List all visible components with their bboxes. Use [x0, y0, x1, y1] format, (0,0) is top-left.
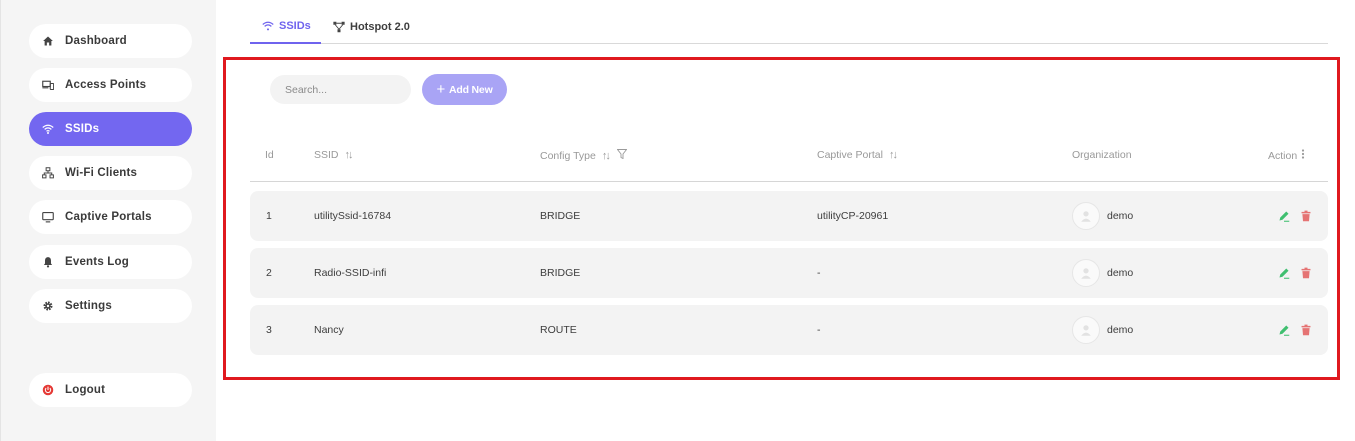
- power-icon: [41, 383, 55, 397]
- tab-label: Hotspot 2.0: [350, 21, 410, 33]
- search-input[interactable]: [270, 75, 411, 104]
- organization-name: demo: [1107, 267, 1134, 279]
- plus-icon: +: [436, 81, 446, 98]
- cell-organization: demo: [1072, 191, 1133, 241]
- add-new-button[interactable]: + Add New: [422, 74, 507, 105]
- cell-actions: [1277, 305, 1313, 355]
- table-row[interactable]: 2 Radio-SSID-infi BRIDGE - demo: [250, 248, 1328, 298]
- gear-icon: [41, 299, 55, 313]
- devices-icon: [41, 78, 55, 92]
- edit-icon[interactable]: [1277, 323, 1291, 337]
- cell-config-type: BRIDGE: [540, 267, 581, 279]
- sort-icon[interactable]: ↑↓: [602, 150, 611, 162]
- app-root: Dashboard Access Points SSIDs Wi-Fi Clie…: [0, 0, 1355, 441]
- cell-ssid: Nancy: [314, 324, 344, 336]
- cell-captive-portal: utilityCP-20961: [817, 210, 889, 222]
- add-new-label: Add New: [449, 83, 493, 96]
- organization-name: demo: [1107, 210, 1134, 222]
- network-icon: [41, 166, 55, 180]
- delete-icon[interactable]: [1299, 209, 1313, 223]
- table-header: Id SSID ↑↓ Config Type ↑↓ Captive Portal ↑↓…: [250, 140, 1328, 182]
- cell-actions: [1277, 248, 1313, 298]
- avatar: [1072, 259, 1100, 287]
- logout-button[interactable]: Logout: [29, 373, 192, 407]
- cell-organization: demo: [1072, 248, 1133, 298]
- edit-icon[interactable]: [1277, 266, 1291, 280]
- hotspot-icon: [333, 21, 345, 33]
- column-header-action: Action: [1268, 149, 1305, 162]
- edit-icon[interactable]: [1277, 209, 1291, 223]
- column-header-organization: Organization: [1072, 149, 1132, 161]
- sidebar-item-label: Dashboard: [65, 35, 127, 47]
- cell-actions: [1277, 191, 1313, 241]
- sidebar-item-label: SSIDs: [65, 123, 100, 135]
- sidebar-item-wifi-clients[interactable]: Wi-Fi Clients: [29, 156, 192, 190]
- cell-organization: demo: [1072, 305, 1133, 355]
- sidebar-item-label: Events Log: [65, 256, 129, 268]
- wifi-icon: [41, 122, 55, 136]
- cell-captive-portal: -: [817, 324, 821, 336]
- delete-icon[interactable]: [1299, 266, 1313, 280]
- home-icon: [41, 34, 55, 48]
- cell-id: 2: [266, 267, 272, 279]
- sidebar-item-events-log[interactable]: Events Log: [29, 245, 192, 279]
- sidebar-item-dashboard[interactable]: Dashboard: [29, 24, 192, 58]
- column-header-config-type[interactable]: Config Type ↑↓: [540, 149, 628, 162]
- cell-captive-portal: -: [817, 267, 821, 279]
- sidebar-item-captive-portals[interactable]: Captive Portals: [29, 200, 192, 234]
- column-header-id: Id: [265, 149, 274, 161]
- column-header-ssid[interactable]: SSID ↑↓: [314, 149, 354, 161]
- table-row[interactable]: 1 utilitySsid-16784 BRIDGE utilityCP-209…: [250, 191, 1328, 241]
- sort-icon[interactable]: ↑↓: [345, 149, 354, 161]
- bell-icon: [41, 255, 55, 269]
- filter-icon[interactable]: [616, 149, 628, 162]
- organization-name: demo: [1107, 324, 1134, 336]
- tab-hotspot[interactable]: Hotspot 2.0: [333, 10, 410, 44]
- sidebar-item-ssids[interactable]: SSIDs: [29, 112, 192, 146]
- table-row[interactable]: 3 Nancy ROUTE - demo: [250, 305, 1328, 355]
- delete-icon[interactable]: [1299, 323, 1313, 337]
- sidebar-item-label: Wi-Fi Clients: [65, 167, 138, 179]
- avatar: [1072, 316, 1100, 344]
- cell-config-type: BRIDGE: [540, 210, 581, 222]
- tab-bar: SSIDs Hotspot 2.0: [250, 10, 1328, 44]
- avatar: [1072, 202, 1100, 230]
- cell-config-type: ROUTE: [540, 324, 577, 336]
- cell-ssid: utilitySsid-16784: [314, 210, 392, 222]
- more-vertical-icon[interactable]: [1301, 149, 1305, 162]
- sort-icon[interactable]: ↑↓: [889, 149, 898, 161]
- cell-id: 3: [266, 324, 272, 336]
- column-header-captive-portal[interactable]: Captive Portal ↑↓: [817, 149, 898, 161]
- tab-label: SSIDs: [279, 20, 311, 32]
- logout-label: Logout: [65, 384, 106, 396]
- wifi-icon: [262, 21, 274, 31]
- sidebar: Dashboard Access Points SSIDs Wi-Fi Clie…: [0, 0, 216, 441]
- monitor-icon: [41, 210, 55, 224]
- tab-ssids[interactable]: SSIDs: [250, 10, 321, 44]
- sidebar-item-label: Access Points: [65, 79, 147, 91]
- sidebar-item-label: Captive Portals: [65, 211, 152, 223]
- sidebar-item-label: Settings: [65, 300, 112, 312]
- sidebar-item-settings[interactable]: Settings: [29, 289, 192, 323]
- sidebar-item-access-points[interactable]: Access Points: [29, 68, 192, 102]
- cell-ssid: Radio-SSID-infi: [314, 267, 387, 279]
- cell-id: 1: [266, 210, 272, 222]
